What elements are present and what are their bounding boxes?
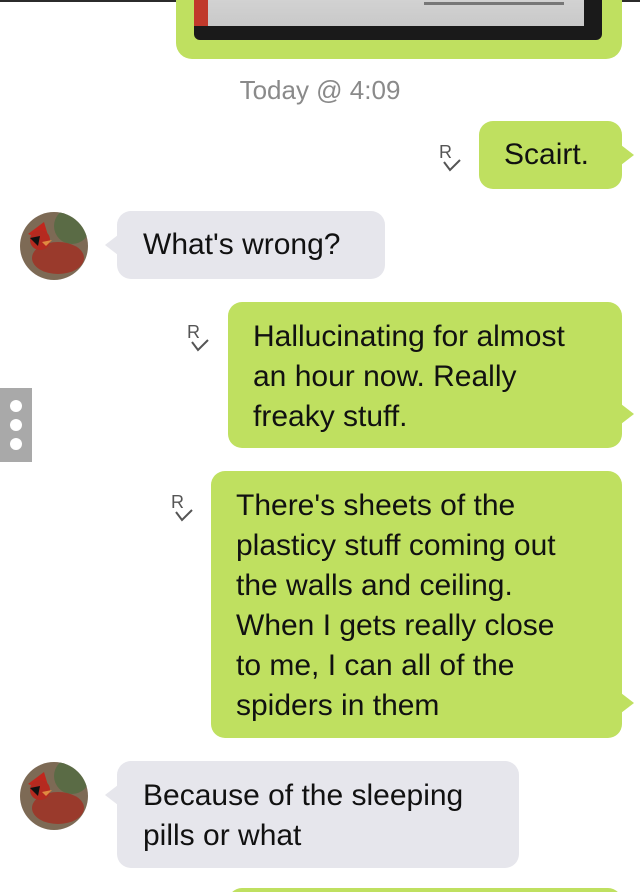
chat-screen: Today @ 4:09 R Scairt. What's wrong? R H… [0,0,640,892]
message-text: Because of the sleeping pills or what [143,779,464,852]
bubble-tail [105,235,118,255]
message-bubble-received[interactable]: Because of the sleeping pills or what [105,761,519,868]
svg-text:R: R [187,322,200,342]
message-timestamp: Today @ 4:09 [239,75,401,105]
read-receipt-icon: R [186,320,214,354]
message-text: What's wrong? [143,228,341,261]
message-bubble-sent-partial[interactable] [228,888,622,892]
more-options-dot [10,419,22,431]
more-options-handle[interactable] [0,388,32,462]
svg-text:R: R [439,142,452,162]
message-bubble-sent[interactable]: Hallucinating for almost an hour now. Re… [228,302,634,448]
read-receipt-icon: R [170,490,198,524]
message-text: Scairt. [504,138,590,171]
message-bubble-sent[interactable]: There's sheets of the plasticy stuff com… [211,471,634,738]
image-attachment[interactable] [194,0,602,40]
bubble-tail [105,785,118,805]
avatar[interactable] [20,212,88,280]
bubble-tail [621,145,634,165]
more-options-dot [10,438,22,450]
message-bubble-received[interactable]: What's wrong? [105,211,385,279]
svg-text:R: R [171,492,184,512]
image-message-bubble[interactable] [176,0,622,59]
message-text: Hallucinating for almost an hour now. Re… [253,320,565,433]
more-options-icon [10,400,22,412]
bubble-tail [621,693,634,713]
bubble-tail [621,404,634,424]
message-bubble-sent[interactable]: Scairt. [479,121,634,189]
read-receipt-icon: R [438,140,466,174]
message-text: There's sheets of the plasticy stuff com… [236,489,556,722]
image-content [194,0,584,26]
avatar[interactable] [20,762,88,830]
